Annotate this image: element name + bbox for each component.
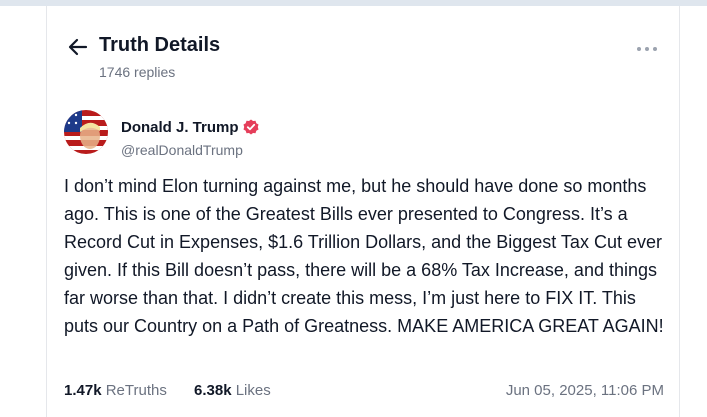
post-stats: 1.47k ReTruths 6.38k Likes Jun 05, 2025,…: [64, 382, 664, 406]
retruths-stat[interactable]: 1.47k ReTruths: [64, 382, 167, 399]
likes-stat[interactable]: 6.38k Likes: [194, 382, 271, 399]
retruths-label: ReTruths: [105, 382, 167, 399]
author-name[interactable]: Donald J. Trump: [121, 119, 259, 136]
verified-badge-icon: [243, 119, 259, 135]
post-author: Donald J. Trump @realDonaldTrump: [64, 110, 564, 158]
likes-label: Likes: [235, 382, 271, 399]
author-name-text: Donald J. Trump: [121, 119, 239, 136]
retruths-count: 1.47k: [64, 382, 102, 399]
page-title: Truth Details: [99, 34, 221, 56]
post-timestamp[interactable]: Jun 05, 2025, 11:06 PM: [506, 382, 664, 399]
back-arrow-icon[interactable]: [67, 36, 89, 58]
more-options-icon[interactable]: [635, 42, 659, 54]
reply-count: 1746 replies: [99, 64, 176, 80]
avatar[interactable]: [64, 110, 108, 154]
author-handle[interactable]: @realDonaldTrump: [121, 142, 243, 158]
post-text: I don’t mind Elon turning against me, bu…: [64, 176, 664, 336]
post-detail-card: Truth Details 1746 replies Donald J. Tru…: [46, 6, 680, 417]
likes-count: 6.38k: [194, 382, 232, 399]
